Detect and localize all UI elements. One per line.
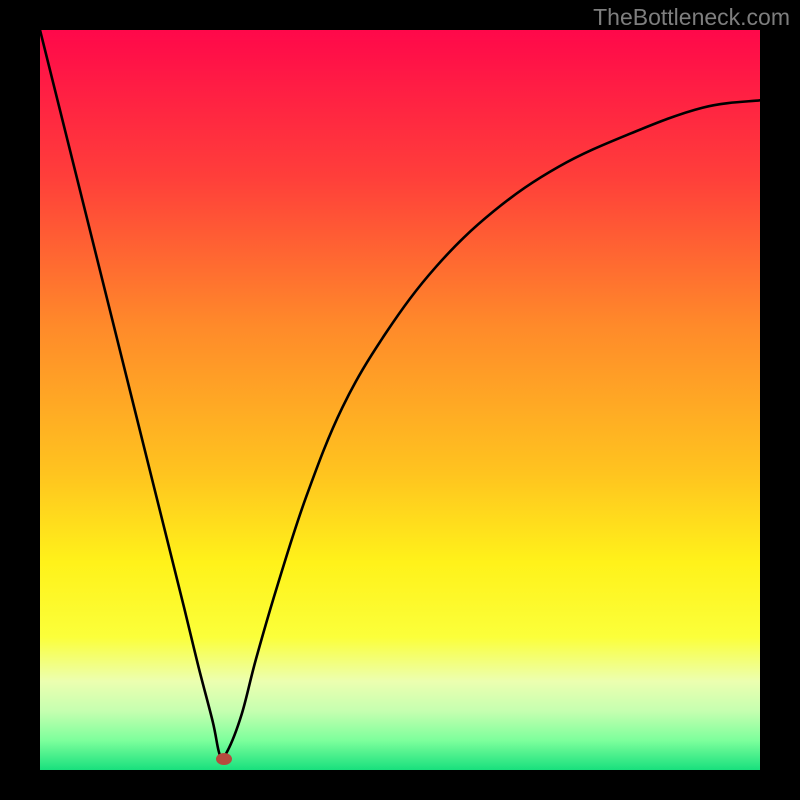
plot-area bbox=[40, 30, 760, 770]
bottleneck-curve bbox=[40, 30, 760, 770]
minimum-marker bbox=[216, 753, 232, 765]
watermark-text: TheBottleneck.com bbox=[593, 4, 790, 31]
chart-frame: TheBottleneck.com bbox=[0, 0, 800, 800]
